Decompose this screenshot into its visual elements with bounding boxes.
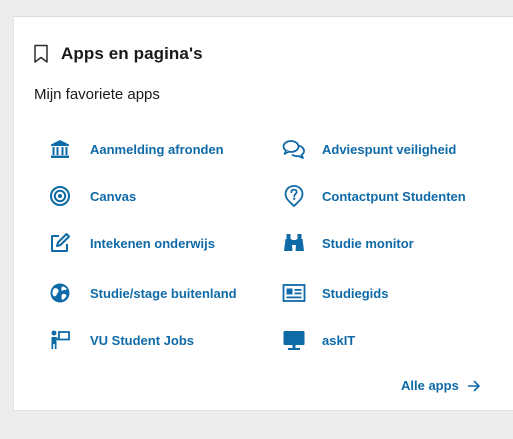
edit-icon (48, 231, 72, 255)
app-link-studie-stage-buitenland[interactable]: Studie/stage buitenland (48, 281, 237, 305)
app-link-vu-student-jobs[interactable]: VU Student Jobs (48, 328, 194, 352)
question-icon (282, 184, 306, 208)
app-link-intekenen-onderwijs[interactable]: Intekenen onderwijs (48, 231, 215, 255)
binoculars-icon (282, 231, 306, 255)
app-label: Contactpunt Studenten (322, 188, 466, 204)
app-link-aanmelding-afronden[interactable]: Aanmelding afronden (48, 137, 224, 161)
arrow-right-icon (467, 379, 481, 393)
globe-icon (48, 281, 72, 305)
app-link-studie-monitor[interactable]: Studie monitor (282, 231, 414, 255)
app-label: Studiegids (322, 285, 389, 301)
app-label: Studie monitor (322, 235, 414, 251)
bookmark-icon (33, 44, 49, 64)
apps-header: Apps en pagina's (33, 42, 203, 66)
app-link-contactpunt-studenten[interactable]: Contactpunt Studenten (282, 184, 466, 208)
app-label: VU Student Jobs (90, 332, 195, 348)
all-apps-label: Alle apps (401, 378, 459, 393)
id-card-icon (282, 281, 306, 305)
apps-card (13, 16, 513, 411)
app-label: Aanmelding afronden (90, 141, 224, 157)
page-title: Apps en pagina's (61, 44, 203, 63)
all-apps-link[interactable]: Alle apps (401, 378, 481, 393)
institution-icon (48, 137, 72, 161)
app-link-studiegids[interactable]: Studiegids (282, 281, 388, 305)
section-label: Mijn favoriete apps (34, 86, 160, 103)
app-link-askit[interactable]: askIT (282, 328, 355, 352)
app-link-canvas[interactable]: Canvas (48, 184, 136, 208)
monitor-icon (282, 328, 306, 352)
target-icon (48, 184, 72, 208)
app-label: Intekenen onderwijs (90, 235, 215, 251)
app-label: Canvas (90, 188, 137, 204)
app-label: Studie/stage buitenland (90, 285, 237, 301)
chat-icon (282, 137, 306, 161)
app-label: Adviespunt veiligheid (322, 141, 457, 157)
person-presenting-icon (48, 328, 72, 352)
app-label: askIT (322, 332, 356, 348)
app-link-adviespunt-veiligheid[interactable]: Adviespunt veiligheid (282, 137, 456, 161)
